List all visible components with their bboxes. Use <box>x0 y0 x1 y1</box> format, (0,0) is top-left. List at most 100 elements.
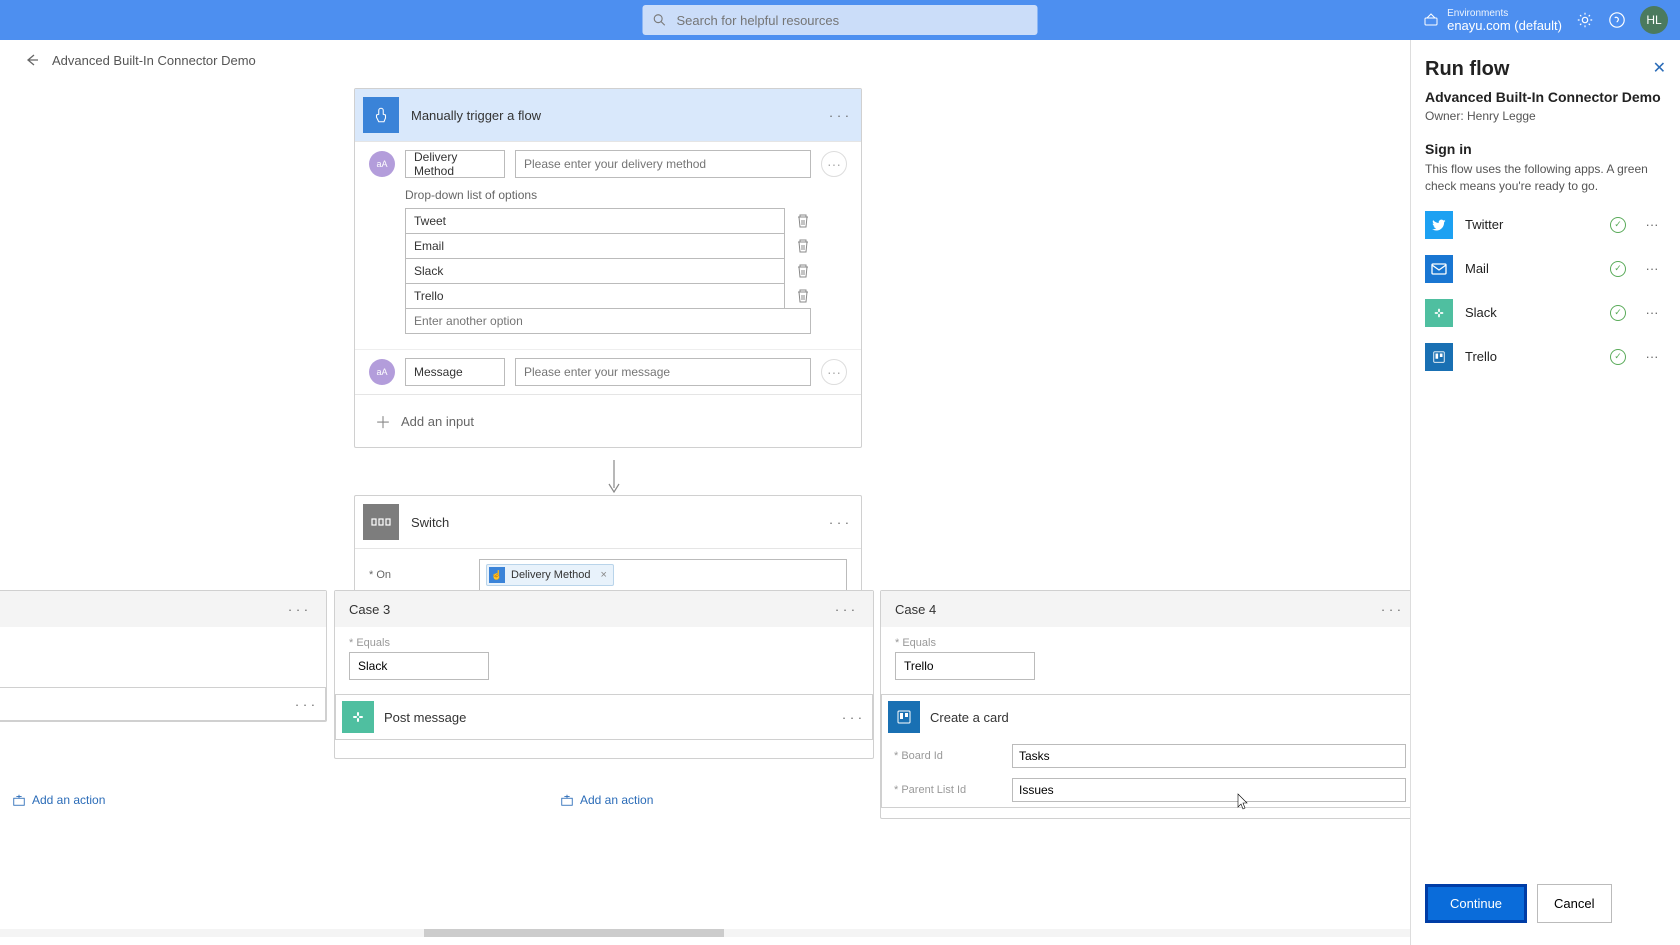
trash-icon[interactable] <box>795 288 811 304</box>
trello-icon <box>888 701 920 733</box>
more-icon[interactable]: ··· <box>1638 347 1666 367</box>
case2-action[interactable]: 3) · · · <box>0 687 326 721</box>
trigger-card: Manually trigger a flow · · · aA Deliver… <box>354 88 862 448</box>
back-arrow-icon[interactable] <box>24 52 40 68</box>
trash-icon[interactable] <box>795 263 811 279</box>
more-icon[interactable]: ··· <box>821 359 847 385</box>
signin-title: Sign in <box>1425 141 1666 157</box>
more-icon[interactable]: ··· <box>1638 215 1666 235</box>
search-container[interactable] <box>643 5 1038 35</box>
option-input[interactable] <box>405 283 785 309</box>
option-input[interactable] <box>405 208 785 234</box>
more-icon[interactable]: ··· <box>1638 259 1666 279</box>
connection-trello: Trello ✓ ··· <box>1425 343 1666 371</box>
panel-subtitle: Advanced Built-In Connector Demo <box>1425 89 1666 105</box>
action-title: Post message <box>384 710 838 725</box>
add-action-button[interactable]: Add an action <box>560 793 653 807</box>
connector-arrow-icon <box>607 460 621 494</box>
text-badge-icon: aA <box>369 151 395 177</box>
input-name[interactable]: Delivery Method <box>405 150 505 178</box>
more-icon[interactable]: · · · <box>825 105 853 125</box>
plus-icon: ＋ <box>375 409 391 433</box>
check-icon: ✓ <box>1610 217 1626 233</box>
search-icon <box>653 13 667 27</box>
option-input-new[interactable] <box>405 308 811 334</box>
slack-icon <box>342 701 374 733</box>
signin-desc: This flow uses the following apps. A gre… <box>1425 161 1666 195</box>
more-icon[interactable]: · · · <box>291 694 319 714</box>
board-id-label: * Board Id <box>894 750 1004 762</box>
add-action-label: Add an action <box>32 793 105 807</box>
delivery-method-token[interactable]: ☝ Delivery Method × <box>486 564 614 586</box>
input-row-message: aA Message ··· <box>355 349 861 394</box>
trigger-title: Manually trigger a flow <box>411 108 825 123</box>
conn-name: Twitter <box>1465 217 1598 232</box>
text-badge-icon: aA <box>369 359 395 385</box>
more-icon[interactable]: · · · <box>825 512 853 532</box>
more-icon[interactable]: · · · <box>838 707 866 727</box>
option-input[interactable] <box>405 233 785 259</box>
env-label: Environments <box>1447 8 1562 20</box>
switch-header[interactable]: Switch · · · <box>355 496 861 549</box>
case4-card: Case 4 · · · * Equals Create a card * Bo… <box>880 590 1420 819</box>
avatar[interactable]: HL <box>1640 6 1668 34</box>
more-icon[interactable]: · · · <box>831 599 859 619</box>
equals-label: * Equals <box>349 637 859 649</box>
check-icon: ✓ <box>1610 261 1626 277</box>
more-icon[interactable]: ··· <box>1638 303 1666 323</box>
more-icon[interactable]: ··· <box>821 151 847 177</box>
delivery-method-input[interactable] <box>515 150 811 178</box>
trash-icon[interactable] <box>795 213 811 229</box>
continue-button[interactable]: Continue <box>1425 884 1527 923</box>
add-action-button[interactable]: Add an action <box>12 793 105 807</box>
add-input-button[interactable]: ＋ Add an input <box>355 394 861 447</box>
trello-action-card[interactable]: Create a card * Board Id * Parent List I… <box>881 694 1419 808</box>
help-icon[interactable] <box>1608 11 1626 29</box>
equals-input[interactable] <box>349 652 489 680</box>
scrollbar-thumb[interactable] <box>424 929 724 937</box>
action-icon <box>560 793 574 807</box>
case-header[interactable]: Case 3 · · · <box>335 591 873 627</box>
more-icon[interactable]: · · · <box>284 599 312 619</box>
equals-label: * Equals <box>895 637 1405 649</box>
equals-input[interactable] <box>895 652 1035 680</box>
panel-title: Run flow <box>1425 58 1666 81</box>
touch-icon: ☝ <box>489 567 505 583</box>
action-title: Create a card <box>930 710 1412 725</box>
search-input[interactable] <box>677 13 1028 28</box>
message-input[interactable] <box>515 358 811 386</box>
breadcrumb-title: Advanced Built-In Connector Demo <box>52 53 256 68</box>
check-icon: ✓ <box>1610 349 1626 365</box>
on-field[interactable]: ☝ Delivery Method × <box>479 559 847 591</box>
case-header[interactable]: · · · <box>0 591 326 627</box>
case-header[interactable]: Case 4 · · · <box>881 591 1419 627</box>
on-label: * On <box>369 569 469 581</box>
action-icon <box>12 793 26 807</box>
connection-mail: Mail ✓ ··· <box>1425 255 1666 283</box>
trigger-header[interactable]: Manually trigger a flow · · · <box>355 89 861 142</box>
case-title: Case 4 <box>895 602 1377 617</box>
case2-stub-text: 3) <box>0 697 291 712</box>
board-id-input[interactable] <box>1012 744 1406 768</box>
option-input[interactable] <box>405 258 785 284</box>
mail-icon <box>1425 255 1453 283</box>
environment-picker[interactable]: Environments enayu.com (default) <box>1423 8 1562 32</box>
cancel-button[interactable]: Cancel <box>1537 884 1611 923</box>
input-name[interactable]: Message <box>405 358 505 386</box>
list-id-input[interactable] <box>1012 778 1406 802</box>
token-text: Delivery Method <box>511 569 590 581</box>
remove-token-icon[interactable]: × <box>600 569 606 581</box>
touch-icon <box>363 97 399 133</box>
case2-card: · · · 3) · · · <box>0 590 327 722</box>
run-flow-panel: Run flow ✕ Advanced Built-In Connector D… <box>1410 40 1680 945</box>
slack-action-card[interactable]: Post message · · · <box>335 694 873 740</box>
close-icon[interactable]: ✕ <box>1653 58 1666 78</box>
more-icon[interactable]: · · · <box>1377 599 1405 619</box>
environment-icon <box>1423 12 1439 28</box>
trash-icon[interactable] <box>795 238 811 254</box>
switch-title: Switch <box>411 515 825 530</box>
dropdown-section: Drop-down list of options <box>355 186 861 343</box>
gear-icon[interactable] <box>1576 11 1594 29</box>
add-action-label: Add an action <box>580 793 653 807</box>
connection-slack: Slack ✓ ··· <box>1425 299 1666 327</box>
